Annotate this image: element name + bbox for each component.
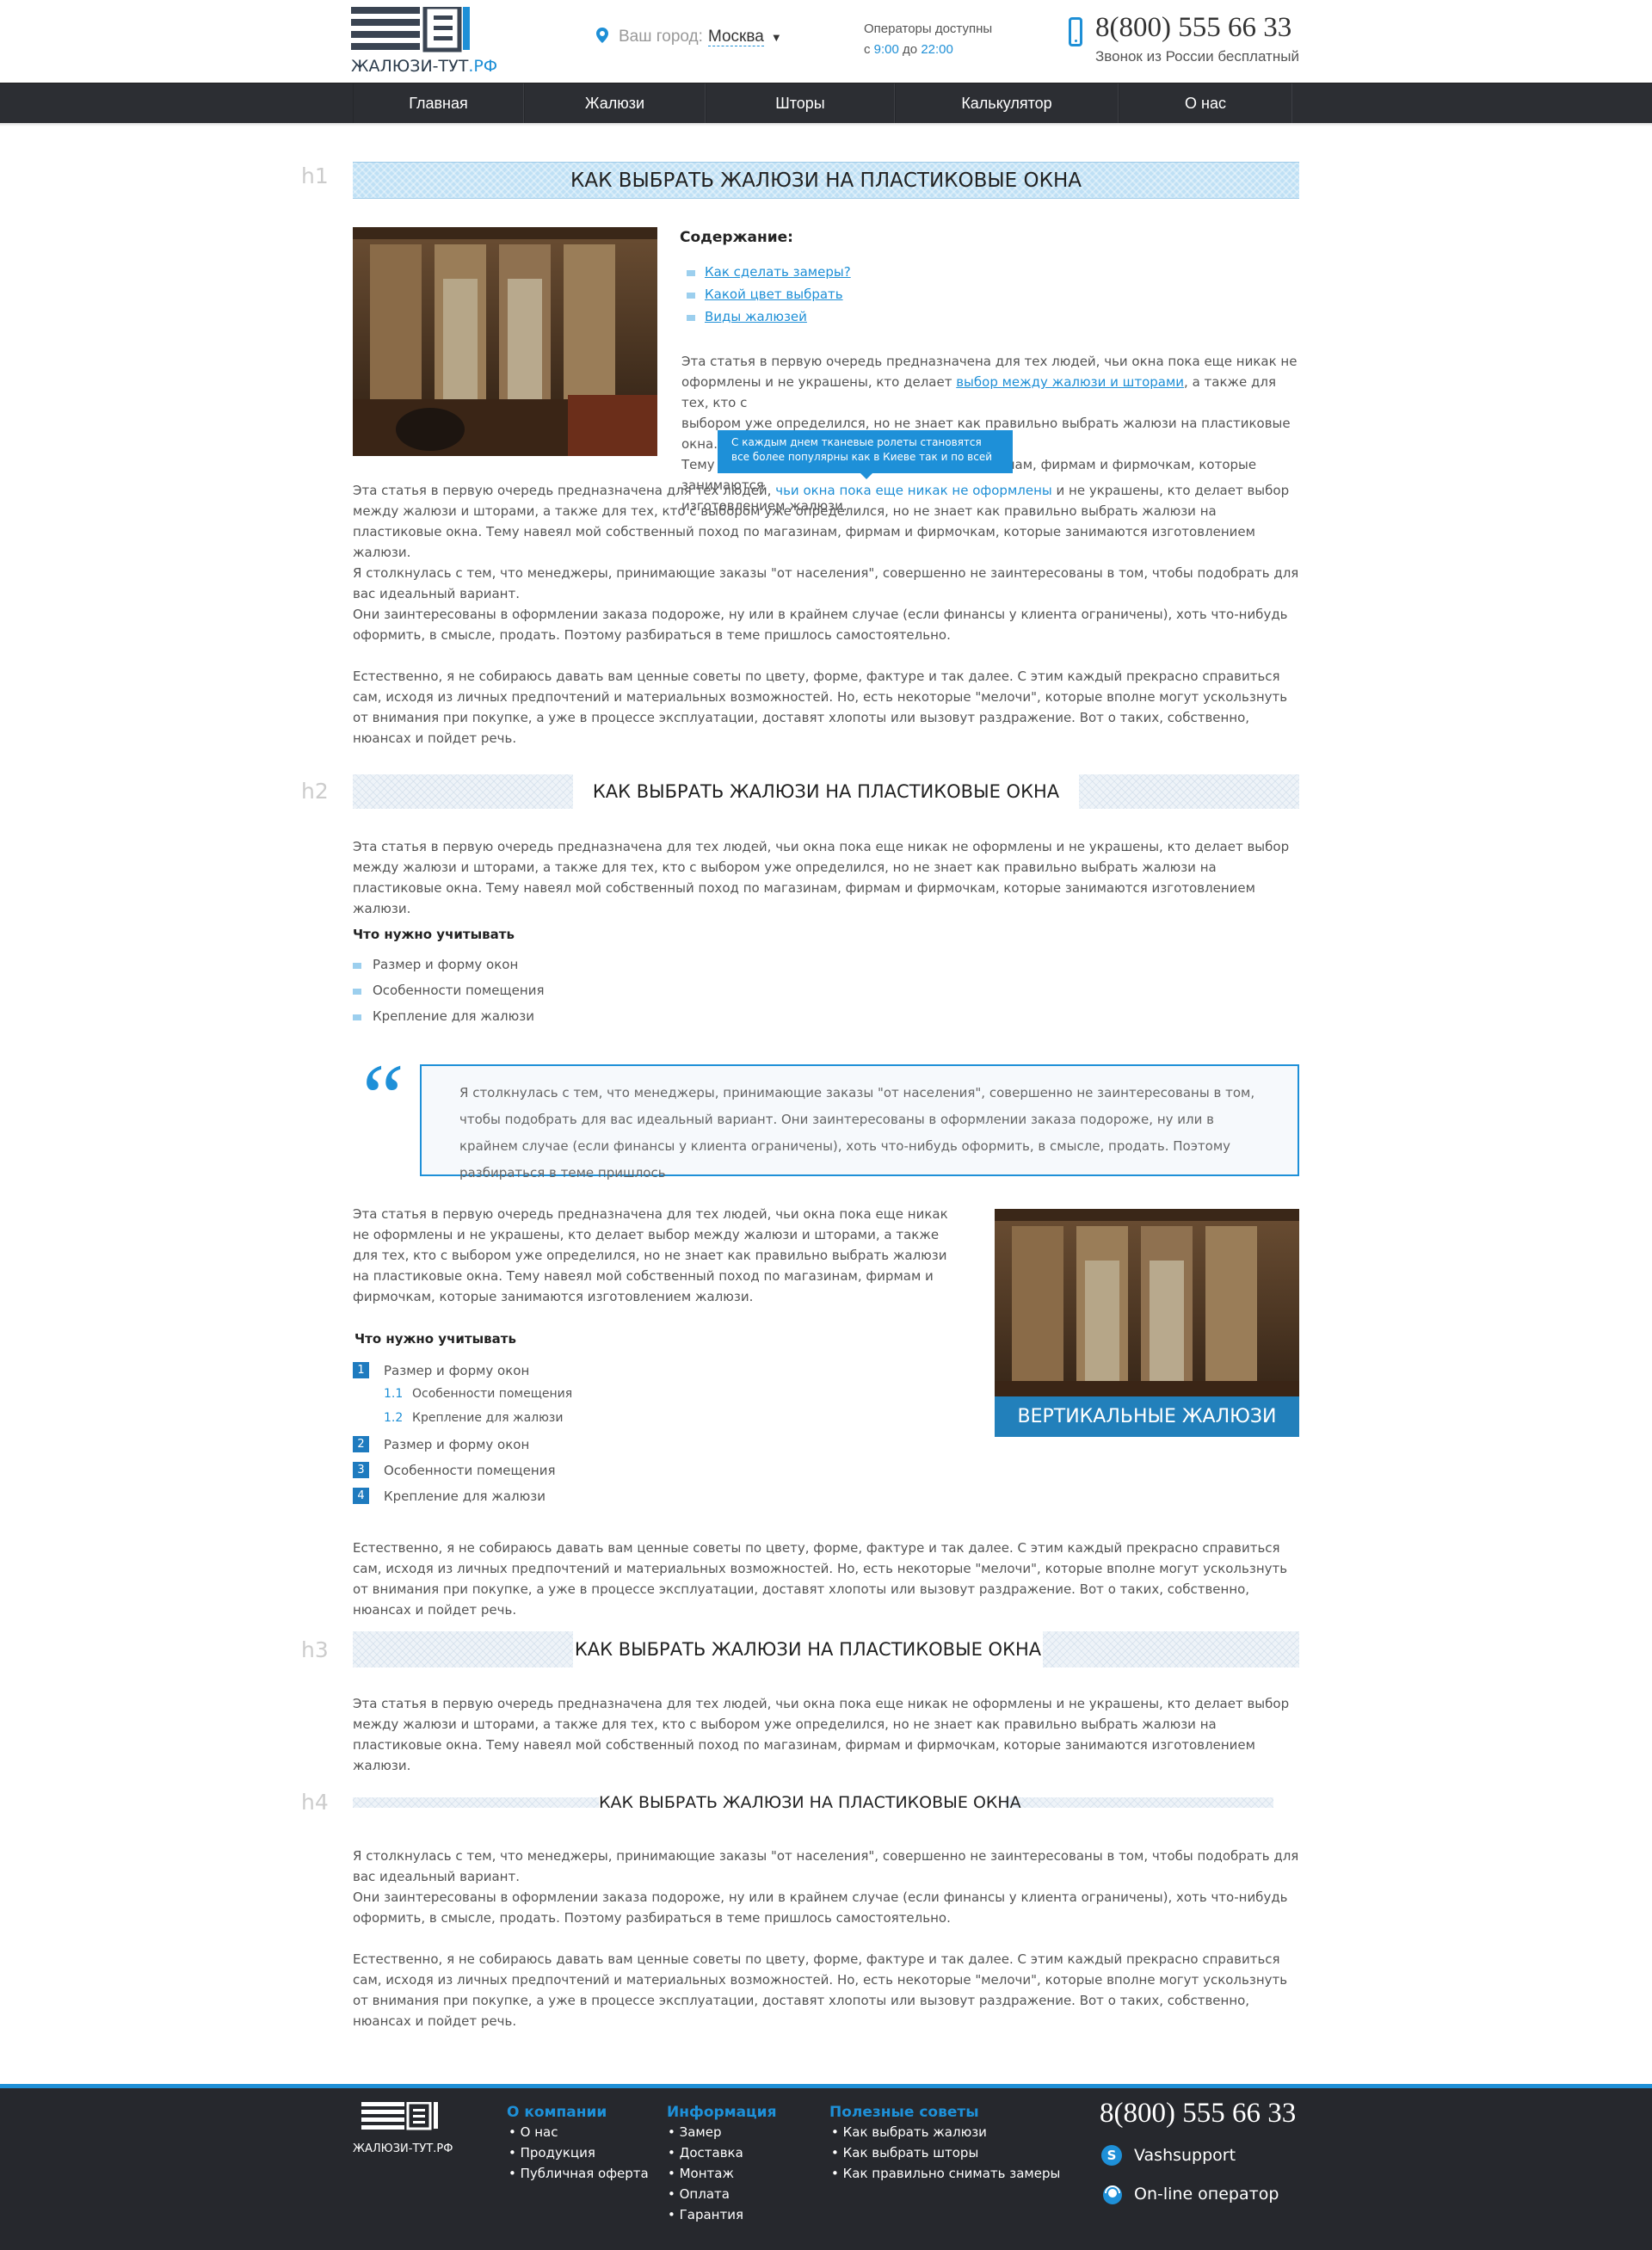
nav-item-blinds[interactable]: Жалюзи <box>524 83 706 124</box>
operators-end: 22:00 <box>921 42 953 57</box>
mobile-phone-icon <box>1069 17 1082 46</box>
map-pin-icon <box>596 28 608 43</box>
city-value[interactable]: Москва <box>707 28 764 46</box>
list-item: Крепление для жалюзи <box>384 1489 546 1504</box>
footer-col-title: Полезные советы <box>829 2104 979 2121</box>
list-item: Размер и форму окон <box>384 1363 530 1378</box>
paragraph: Эта статья в первую очередь предназначен… <box>353 1206 948 1304</box>
footer <box>0 2084 1652 2250</box>
bullet-icon <box>353 989 361 995</box>
paragraph: Эта статья в первую очередь предназначен… <box>353 839 1290 916</box>
list-item: Особенности помещения <box>373 983 545 998</box>
heading-level-label-h1: h1 <box>301 163 329 188</box>
caret-down-icon[interactable]: ▼ <box>771 31 782 44</box>
footer-link[interactable]: • Замер <box>668 2124 722 2140</box>
paragraph: Естественно, я не собираюсь давать вам ц… <box>353 1951 1288 2029</box>
online-operator-link[interactable]: On-line оператор <box>1134 2185 1279 2204</box>
bullet-icon <box>353 963 361 969</box>
toc-link[interactable]: Какой цвет выбрать <box>705 287 843 302</box>
list-title: Что нужно учитывать <box>354 1331 516 1347</box>
h3-title: КАК ВЫБРАТЬ ЖАЛЮЗИ НА ПЛАСТИКОВЫЕ ОКНА <box>573 1631 1043 1667</box>
article-image-blinds <box>353 227 657 456</box>
bullet-icon <box>687 293 695 299</box>
operators-start: 9:00 <box>873 42 899 57</box>
footer-link[interactable]: • Как выбрать жалюзи <box>831 2124 987 2140</box>
list-item: Размер и форму окон <box>373 957 519 972</box>
image-caption: ВЕРТИКАЛЬНЫЕ ЖАЛЮЗИ <box>995 1396 1299 1437</box>
blockquote: Я столкнулась с тем, что менеджеры, прин… <box>420 1064 1299 1180</box>
h1-title: КАК ВЫБРАТЬ ЖАЛЮЗИ НА ПЛАСТИКОВЫЕ ОКНА <box>570 170 1082 192</box>
header: ЖАЛЮЗИ-ТУТ.РФ Ваш город: Москва ▼ Оператор… <box>0 0 1652 83</box>
nav-item-curtains[interactable]: Шторы <box>706 83 895 124</box>
footer-link[interactable]: • Публичная оферта <box>509 2166 649 2181</box>
toc-title: Содержание: <box>680 229 793 246</box>
paragraph: Естественно, я не собираюсь давать вам ц… <box>353 1540 1288 1618</box>
footer-link[interactable]: • Продукция <box>509 2145 595 2161</box>
paragraph: Эта статья в первую очередь предназначен… <box>353 483 1290 560</box>
footer-link[interactable]: • Монтаж <box>668 2166 734 2181</box>
paragraph: Естественно, я не собираюсь давать вам ц… <box>353 669 1288 746</box>
toc-link[interactable]: Как сделать замеры? <box>705 264 851 280</box>
h2-title: КАК ВЫБРАТЬ ЖАЛЮЗИ НА ПЛАСТИКОВЫЕ ОКНА <box>573 774 1079 809</box>
operators-to: до <box>903 42 918 57</box>
footer-phone[interactable]: 8(800) 555 66 33 <box>1100 2098 1296 2130</box>
tooltip: С каждым днем тканевые ролеты становятся… <box>718 430 1013 479</box>
toc-link[interactable]: Виды жалюзей <box>705 309 807 324</box>
operator-headset-icon[interactable] <box>1101 2183 1124 2210</box>
paragraph: Я столкнулась с тем, что менеджеры, прин… <box>353 1848 1299 1926</box>
skype-contact[interactable]: Vashsupport <box>1134 2146 1236 2165</box>
h4-title: КАК ВЫБРАТЬ ЖАЛЮЗИ НА ПЛАСТИКОВЫЕ ОКНА <box>599 1791 1021 1815</box>
footer-link[interactable]: • Оплата <box>668 2186 730 2202</box>
list-item: Особенности помещения <box>384 1463 556 1478</box>
list-item: Крепление для жалюзи <box>412 1411 564 1425</box>
inline-link[interactable]: выбор между жалюзи и шторами <box>956 374 1184 390</box>
city-selector[interactable]: Ваш город: Москва ▼ <box>596 28 782 46</box>
footer-link[interactable]: • Гарантия <box>668 2207 743 2222</box>
operators-label: Операторы доступны <box>864 22 993 36</box>
nav-item-calculator[interactable]: Калькулятор <box>895 83 1119 124</box>
list-title: Что нужно учитывать <box>353 927 515 942</box>
footer-logo-icon[interactable] <box>361 2101 444 2136</box>
quote-mark-icon: “ <box>353 1045 406 1150</box>
footer-link[interactable]: • Как выбрать шторы <box>831 2145 978 2161</box>
footer-col-title: Информация <box>667 2104 777 2121</box>
bullet-icon <box>687 315 695 321</box>
list-number-badge: 2 <box>353 1436 369 1452</box>
header-phone-note: Звонок из России бесплатный <box>1095 48 1299 65</box>
footer-logo-text: ЖАЛЮЗИ-ТУТ.РФ <box>353 2142 453 2155</box>
logo-blinds-icon <box>351 4 470 52</box>
nav-item-about[interactable]: О нас <box>1119 83 1292 124</box>
paragraph: Я столкнулась с тем, что менеджеры, прин… <box>353 565 1299 643</box>
logo-domain: .РФ <box>468 57 498 76</box>
inline-link[interactable]: чьи окна пока еще никак не оформлены <box>775 483 1052 498</box>
list-number: 1.1 <box>384 1387 404 1401</box>
bullet-icon <box>687 270 695 276</box>
list-number-badge: 4 <box>353 1488 369 1504</box>
list-item: Крепление для жалюзи <box>373 1008 534 1024</box>
operators-hours: Операторы доступны с 9:00 до 22:00 <box>864 19 992 60</box>
nav-item-home[interactable]: Главная <box>353 83 524 124</box>
heading-level-label-h4: h4 <box>301 1790 329 1815</box>
city-label: Ваш город: <box>619 28 703 46</box>
paragraph: Эта статья в первую очередь предназначен… <box>353 1696 1290 1773</box>
bullet-icon <box>353 1014 361 1020</box>
footer-link[interactable]: • Как правильно снимать замеры <box>831 2166 1060 2181</box>
logo-text: ЖАЛЮЗИ-ТУТ <box>351 57 469 76</box>
footer-link[interactable]: • Доставка <box>668 2145 743 2161</box>
footer-col-title: О компании <box>507 2104 607 2121</box>
heading-level-label-h2: h2 <box>301 779 329 804</box>
list-number-badge: 3 <box>353 1462 369 1478</box>
list-item: Особенности помещения <box>412 1387 573 1401</box>
h1-title-box: КАК ВЫБРАТЬ ЖАЛЮЗИ НА ПЛАСТИКОВЫЕ ОКНА <box>353 162 1299 199</box>
heading-level-label-h3: h3 <box>301 1637 329 1662</box>
list-number: 1.2 <box>384 1411 404 1425</box>
header-phone[interactable]: 8(800) 555 66 33 <box>1095 12 1291 44</box>
main-nav: Главная Жалюзи Шторы Калькулятор О нас <box>0 83 1652 124</box>
site-logo[interactable]: ЖАЛЮЗИ-ТУТ.РФ <box>351 4 497 77</box>
operators-from: с <box>864 42 871 57</box>
skype-icon[interactable]: S <box>1101 2145 1122 2166</box>
list-number-badge: 1 <box>353 1362 369 1378</box>
list-item: Размер и форму окон <box>384 1437 530 1452</box>
footer-link[interactable]: • О нас <box>509 2124 558 2140</box>
